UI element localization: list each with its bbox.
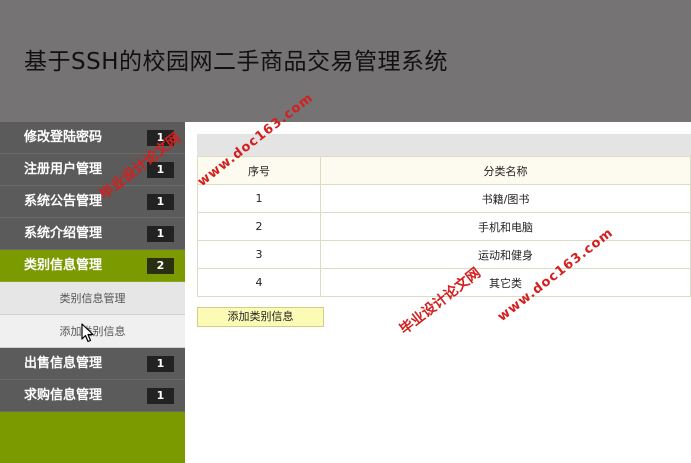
table-row: 3 运动和健身 [197, 240, 691, 269]
sidebar-item-label: 系统公告管理 [24, 194, 103, 209]
category-table: 序号 分类名称 1 书籍/图书 2 手机和电脑 3 运动和健身 4 其它类 [197, 156, 691, 297]
table-row: 2 手机和电脑 [197, 212, 691, 241]
cell-category-name: 运动和健身 [320, 240, 691, 269]
sidebar-item-system-intro[interactable]: 系统介绍管理 1 [0, 218, 185, 250]
cell-category-name: 其它类 [320, 268, 691, 297]
table-row: 4 其它类 [197, 268, 691, 297]
sidebar-item-badge: 1 [147, 226, 174, 242]
table-title-bar [197, 134, 691, 156]
add-category-button[interactable]: 添加类别信息 [197, 307, 324, 327]
sidebar-item-badge: 1 [147, 194, 174, 210]
sidebar-item-badge: 2 [147, 258, 174, 274]
cell-seq: 3 [197, 240, 321, 269]
cell-category-name: 书籍/图书 [320, 184, 691, 213]
sidebar-item-label: 求购信息管理 [24, 388, 103, 403]
cell-seq: 4 [197, 268, 321, 297]
sidebar-item-badge: 1 [147, 130, 174, 146]
sidebar: 修改登陆密码 1 注册用户管理 1 系统公告管理 1 系统介绍管理 1 类别信息… [0, 122, 185, 463]
cell-seq: 1 [197, 184, 321, 213]
table-header-row: 序号 分类名称 [197, 156, 691, 185]
sidebar-item-label: 类别信息管理 [24, 258, 103, 273]
cell-category-name: 手机和电脑 [320, 212, 691, 241]
sidebar-item-label: 修改登陆密码 [24, 130, 103, 145]
sidebar-item-buy-info[interactable]: 求购信息管理 1 [0, 380, 185, 412]
sidebar-item-users[interactable]: 注册用户管理 1 [0, 154, 185, 186]
sidebar-item-announcements[interactable]: 系统公告管理 1 [0, 186, 185, 218]
page-title: 基于SSH的校园网二手商品交易管理系统 [24, 49, 448, 75]
sidebar-item-label: 系统介绍管理 [24, 226, 103, 241]
sidebar-item-badge: 1 [147, 162, 174, 178]
header-bar: 基于SSH的校园网二手商品交易管理系统 [0, 0, 691, 122]
sidebar-item-label: 注册用户管理 [24, 162, 103, 177]
sidebar-item-label: 出售信息管理 [24, 356, 103, 371]
column-header-seq: 序号 [197, 156, 321, 185]
sidebar-item-change-password[interactable]: 修改登陆密码 1 [0, 122, 185, 154]
app-window: 基于SSH的校园网二手商品交易管理系统 修改登陆密码 1 注册用户管理 1 系统… [0, 0, 691, 463]
sidebar-item-sell-info[interactable]: 出售信息管理 1 [0, 348, 185, 380]
table-row: 1 书籍/图书 [197, 184, 691, 213]
cell-seq: 2 [197, 212, 321, 241]
column-header-category-name: 分类名称 [320, 156, 691, 185]
sidebar-item-badge: 1 [147, 388, 174, 404]
subitem-add-category[interactable]: 添加类别信息 [0, 315, 185, 348]
main-content: 序号 分类名称 1 书籍/图书 2 手机和电脑 3 运动和健身 4 其它类 添加… [197, 134, 691, 327]
sidebar-item-categories[interactable]: 类别信息管理 2 [0, 250, 185, 282]
subitem-category-manage[interactable]: 类别信息管理 [0, 282, 185, 315]
sidebar-item-badge: 1 [147, 356, 174, 372]
